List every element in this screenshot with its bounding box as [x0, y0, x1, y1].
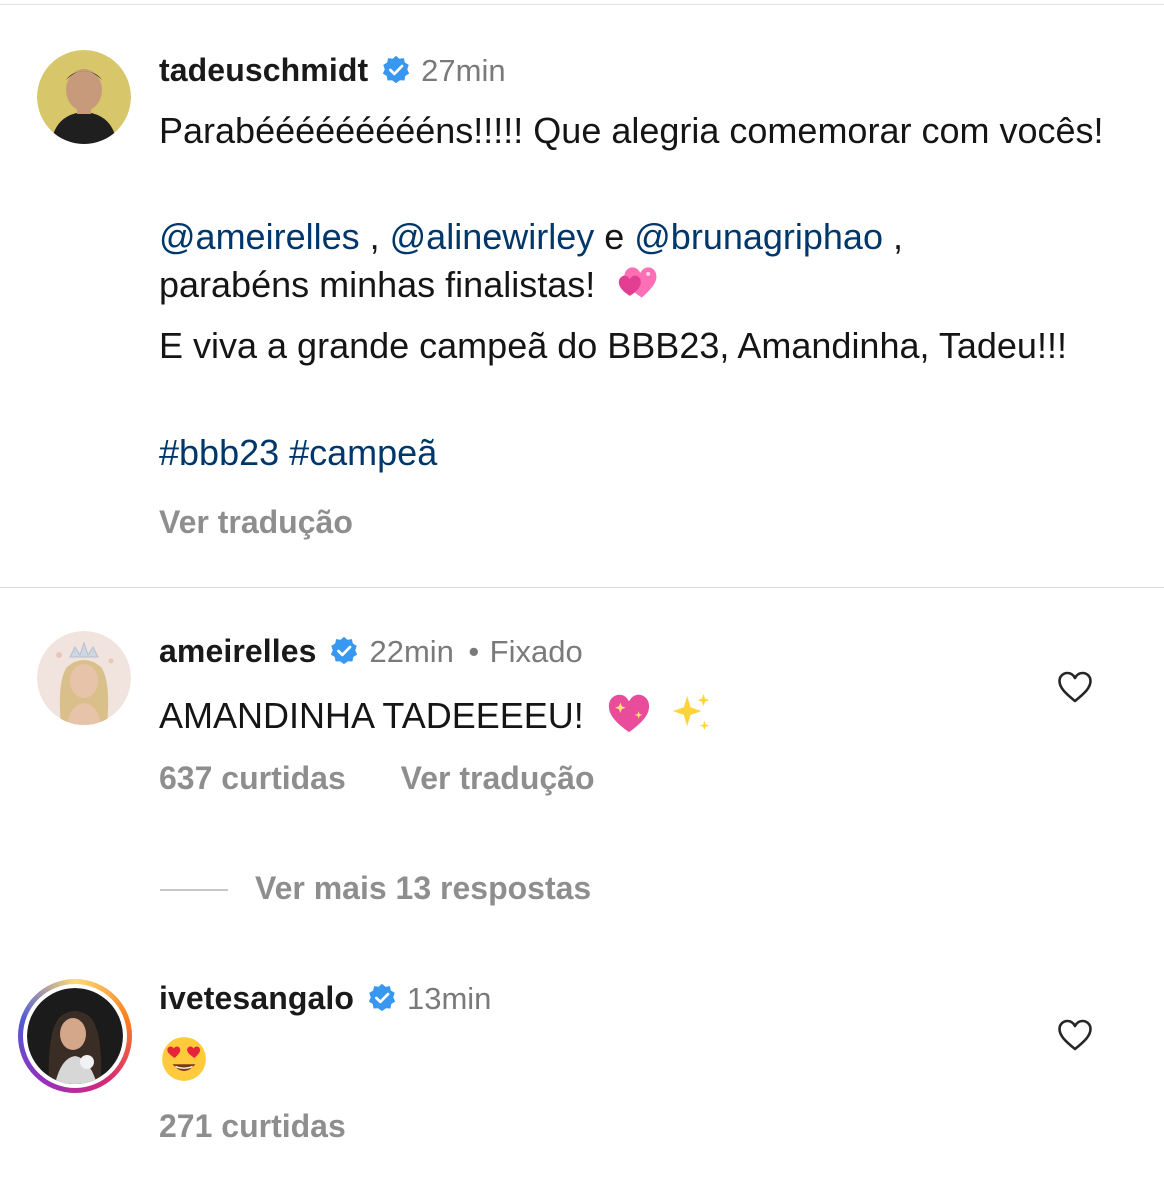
mention-brunagriphao[interactable]: @brunagriphao — [634, 216, 883, 257]
two-hearts-emoji — [615, 261, 663, 317]
comment-actions-ameirelles: 637 curtidas Ver tradução — [159, 760, 595, 797]
caption-header: tadeuschmidt 27min — [159, 52, 506, 89]
mention-ameirelles[interactable]: @ameirelles — [159, 216, 360, 257]
post-caption: tadeuschmidt 27min Parabéééééééééns!!!!!… — [0, 0, 1164, 588]
translate-link[interactable]: Ver tradução — [401, 760, 595, 796]
sparkles-emoji — [668, 690, 714, 748]
comment-text-ivetesangalo — [159, 1034, 1119, 1096]
caption-line-3: E viva a grande campeã do BBB23, Amandin… — [159, 325, 1067, 366]
verified-badge-icon — [367, 983, 397, 1013]
avatar-ameirelles[interactable] — [37, 631, 131, 725]
comment-header-ameirelles: ameirelles 22min • Fixado — [159, 633, 583, 670]
mention-separator: , — [359, 216, 390, 257]
avatar-ivetesangalo[interactable] — [18, 979, 132, 1093]
mention-alinewirley[interactable]: @alinewirley — [390, 216, 595, 257]
username-tadeuschmidt[interactable]: tadeuschmidt — [159, 52, 368, 88]
caption-translate-link[interactable]: Ver tradução — [159, 498, 1119, 546]
separator-dot: • — [468, 634, 480, 669]
sparkling-heart-emoji — [604, 690, 654, 748]
avatar-tadeuschmidt[interactable] — [37, 50, 131, 144]
caption-hashtags[interactable]: #bbb23 #campeã — [159, 429, 1119, 477]
comment-time: 13min — [406, 981, 492, 1016]
caption-time: 27min — [421, 53, 506, 88]
comment-time: 22min — [369, 634, 454, 669]
pinned-label: Fixado — [489, 634, 583, 669]
comment-header-ivetesangalo: ivetesangalo 13min — [159, 980, 491, 1017]
mention-separator: e — [594, 216, 635, 257]
caption-mentions-line: @ameirelles , @alinewirley e @brunagriph… — [159, 213, 1119, 317]
caption-line-1: Parabéééééééééns!!!!! Que alegria comemo… — [159, 110, 1104, 151]
replies-line — [160, 889, 228, 891]
caption-line-2: parabéns minhas finalistas! — [159, 264, 596, 305]
comment-text: AMANDINHA TADEEEEU! — [159, 695, 584, 736]
heart-eyes-emoji — [159, 1034, 209, 1096]
like-heart-icon[interactable] — [1057, 670, 1093, 704]
comment-actions-ivetesangalo: 271 curtidas — [159, 1108, 346, 1145]
username-ivetesangalo[interactable]: ivetesangalo — [159, 980, 354, 1016]
likes-count[interactable]: 271 curtidas — [159, 1108, 346, 1144]
comment-text-ameirelles: AMANDINHA TADEEEEU! — [159, 690, 1119, 748]
like-heart-icon[interactable] — [1057, 1018, 1093, 1052]
view-more-replies-button[interactable]: Ver mais 13 respostas — [255, 870, 591, 907]
mention-separator: , — [882, 216, 903, 257]
caption-divider — [0, 587, 1164, 588]
username-ameirelles[interactable]: ameirelles — [159, 633, 317, 669]
verified-badge-icon — [381, 55, 411, 85]
likes-count[interactable]: 637 curtidas — [159, 760, 346, 796]
verified-badge-icon — [329, 636, 359, 666]
